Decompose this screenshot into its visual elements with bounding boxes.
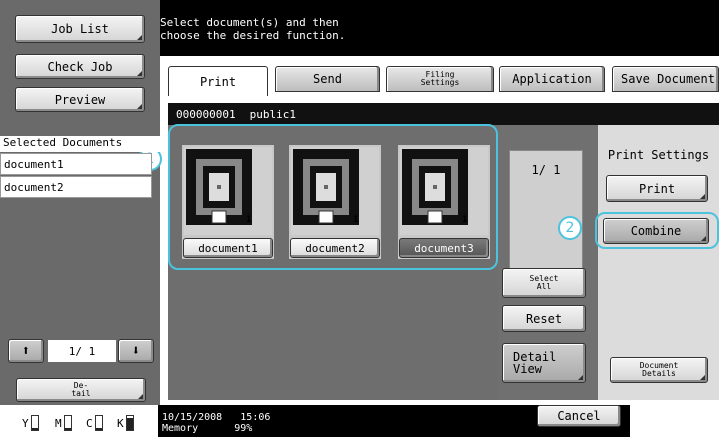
selected-document-item[interactable]: document1 [0, 153, 152, 175]
combine-label: Combine [630, 224, 682, 238]
thumbnail-document3[interactable]: 1 document3 [398, 145, 490, 259]
check-job-button[interactable]: Check Job [15, 54, 145, 79]
box-info-bar: 000000001 public1 [168, 103, 719, 125]
thumbnail-label: document2 [290, 238, 380, 258]
preview-label: Preview [54, 92, 106, 107]
toner-m-label: M [55, 416, 62, 430]
toner-m-fill [64, 427, 71, 430]
callout-2: 2 [558, 216, 582, 240]
memory-label: Memory [162, 423, 199, 434]
tab-send-label: Send [313, 72, 342, 86]
thumbnail-label: document3 [399, 238, 489, 258]
toner-c: C [86, 413, 103, 433]
thumbnail-label: document1 [183, 238, 273, 258]
tab-save-document[interactable]: Save Document [612, 66, 719, 92]
job-list-button[interactable]: Job List [15, 15, 145, 43]
print-button[interactable]: Print [606, 175, 708, 202]
combine-button[interactable]: Combine [603, 218, 709, 244]
arrow-down-icon: ⬇ [131, 343, 141, 359]
toner-k-gauge [125, 415, 134, 431]
box-number: 000000001 [176, 107, 236, 121]
tab-filing-settings-label: Filing Settings [420, 70, 460, 87]
page-count: 1 [462, 215, 468, 225]
tab-print-label: Print [199, 74, 237, 89]
tab-send[interactable]: Send [275, 66, 380, 92]
document-details-line-2: Details [642, 369, 676, 378]
corner-mark [701, 236, 706, 241]
status-date: 10/15/2008 [162, 412, 223, 423]
corner-mark [578, 375, 583, 380]
corner-mark [700, 194, 705, 199]
memory-value: 99% [234, 423, 253, 434]
toner-y-gauge [30, 415, 39, 431]
corner-mark [700, 375, 705, 380]
thumbnail-document2[interactable]: 1 document2 [289, 145, 381, 259]
document-details-label: Document Details [640, 362, 679, 378]
selected-page-indicator: 1/ 1 [48, 340, 116, 362]
tab-save-document-label: Save Document [621, 72, 715, 86]
print-label: Print [638, 181, 676, 196]
toner-k: K [117, 413, 134, 433]
toner-m: M [55, 413, 72, 433]
message-line-1: Select document(s) and then [160, 16, 339, 29]
message-line-2: choose the desired function. [160, 29, 346, 42]
detail-label: De- tail [71, 382, 90, 398]
toner-c-fill [95, 427, 102, 430]
job-list-label: Job List [51, 22, 109, 36]
page-counter: 1/ 1 [531, 163, 561, 177]
detail-view-label: Detail View [513, 351, 556, 375]
detail-line-2: tail [71, 389, 91, 398]
document-details-button[interactable]: Document Details [610, 357, 708, 383]
corner-mark [137, 104, 142, 109]
status-time: 15:06 [240, 412, 271, 423]
date-time: 10/15/2008 15:06 Memory 99% [162, 412, 270, 434]
page-count: 1 [246, 215, 252, 225]
toner-y-fill [31, 427, 38, 430]
thumbnail-document1[interactable]: 1 document1 [182, 145, 274, 259]
tab-application[interactable]: Application [499, 66, 605, 92]
detail-view-button[interactable]: Detail View [502, 343, 586, 383]
tab-print[interactable]: Print [168, 66, 268, 96]
page-up-button[interactable]: ⬆ [8, 339, 44, 363]
box-name: public1 [249, 107, 296, 121]
tab-application-label: Application [512, 72, 592, 86]
tab-filing-settings[interactable]: Filing Settings [386, 66, 494, 92]
corner-mark [137, 71, 142, 76]
cancel-label: Cancel [557, 409, 601, 423]
toner-y-label: Y [22, 416, 29, 430]
page-count: 1 [353, 215, 359, 225]
detail-button[interactable]: De- tail [16, 378, 146, 402]
select-all-label: Select All [529, 274, 559, 291]
toner-y: Y [22, 413, 39, 433]
corner-mark [138, 394, 143, 399]
preview-button[interactable]: Preview [15, 87, 145, 112]
toner-c-label: C [86, 416, 93, 430]
document-preview-icon [400, 147, 488, 235]
cancel-button[interactable]: Cancel [537, 405, 621, 427]
reset-label: Reset [525, 311, 563, 326]
selected-document-item[interactable]: document2 [0, 176, 152, 198]
print-settings-label: Print Settings [607, 148, 710, 162]
select-all-button[interactable]: Select All [502, 268, 586, 298]
toner-m-gauge [63, 415, 72, 431]
arrow-up-icon: ⬆ [21, 343, 31, 359]
document-preview-icon [291, 147, 379, 235]
toner-c-gauge [94, 415, 103, 431]
toner-k-label: K [117, 416, 124, 430]
toner-k-fill [126, 418, 133, 430]
selected-documents-header: Selected Documents [0, 136, 160, 152]
instruction-message: Select document(s) and then choose the d… [160, 16, 345, 42]
check-job-label: Check Job [47, 59, 113, 74]
corner-mark [137, 35, 142, 40]
reset-button[interactable]: Reset [502, 305, 586, 332]
page-down-button[interactable]: ⬇ [118, 339, 154, 363]
detail-view-line-2: View [513, 362, 542, 376]
document-preview-icon [184, 147, 272, 235]
